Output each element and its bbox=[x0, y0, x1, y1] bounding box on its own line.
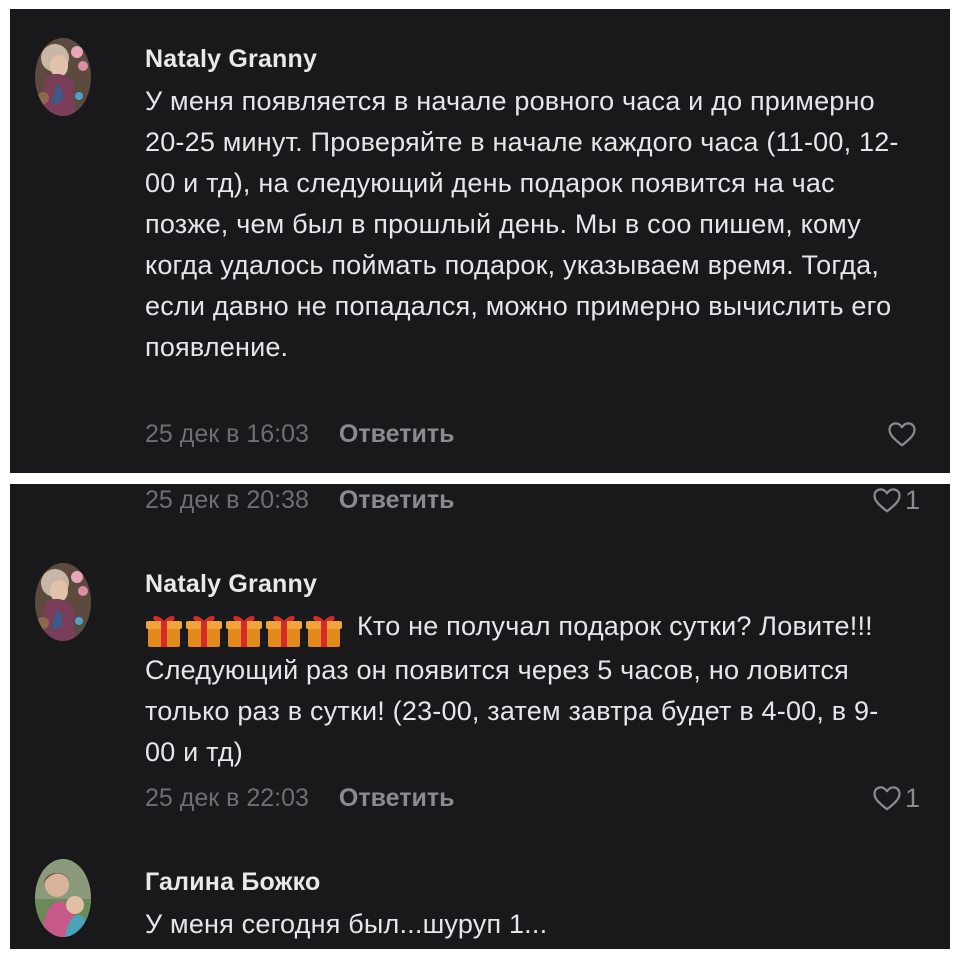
avatar[interactable] bbox=[35, 38, 91, 116]
comment-text: Кто не получал подарок сутки? Ловите!!! … bbox=[145, 606, 905, 773]
reply-button[interactable]: Ответить bbox=[339, 420, 455, 449]
comment-author[interactable]: Nataly Granny bbox=[145, 570, 317, 599]
avatar[interactable] bbox=[35, 859, 91, 937]
heart-icon bbox=[872, 486, 902, 514]
gift-emoji-group bbox=[145, 609, 345, 650]
like-count: 1 bbox=[904, 484, 920, 515]
reply-button[interactable]: Ответить bbox=[339, 486, 455, 515]
comment-timestamp: 25 дек в 20:38 bbox=[145, 485, 309, 514]
comment-meta: 25 дек в 22:03 Ответить bbox=[145, 781, 454, 815]
like-button[interactable]: 1 bbox=[872, 484, 920, 517]
comment-meta: 25 дек в 16:03 Ответить bbox=[145, 417, 454, 451]
comment-panel-bottom: 25 дек в 20:38 Ответить 1 Nataly Granny … bbox=[10, 484, 950, 949]
comment-text: У меня сегодня был...шуруп 1... bbox=[145, 909, 548, 939]
gift-icon bbox=[305, 613, 343, 649]
gift-icon bbox=[185, 613, 223, 649]
comment-text: У меня появляется в начале ровного часа … bbox=[145, 86, 899, 362]
comment-meta: 25 дек в 20:38 Ответить bbox=[145, 484, 454, 517]
comment-timestamp: 25 дек в 22:03 bbox=[145, 783, 309, 812]
avatar[interactable] bbox=[35, 563, 91, 641]
heart-icon bbox=[872, 784, 902, 812]
comment-panel-top: Nataly Granny У меня появляется в начале… bbox=[10, 9, 950, 473]
gift-icon bbox=[225, 613, 263, 649]
like-button[interactable] bbox=[887, 417, 920, 451]
comment-timestamp: 25 дек в 16:03 bbox=[145, 419, 309, 448]
like-count: 1 bbox=[904, 782, 920, 813]
gift-icon bbox=[145, 613, 183, 649]
screenshot-collage: Nataly Granny У меня появляется в начале… bbox=[0, 0, 959, 959]
like-button[interactable]: 1 bbox=[872, 781, 920, 815]
comment-author[interactable]: Nataly Granny bbox=[145, 45, 317, 74]
heart-icon bbox=[887, 420, 917, 448]
gift-icon bbox=[265, 613, 303, 649]
reply-button[interactable]: Ответить bbox=[339, 784, 455, 813]
comment-author[interactable]: Галина Божко bbox=[145, 868, 320, 897]
